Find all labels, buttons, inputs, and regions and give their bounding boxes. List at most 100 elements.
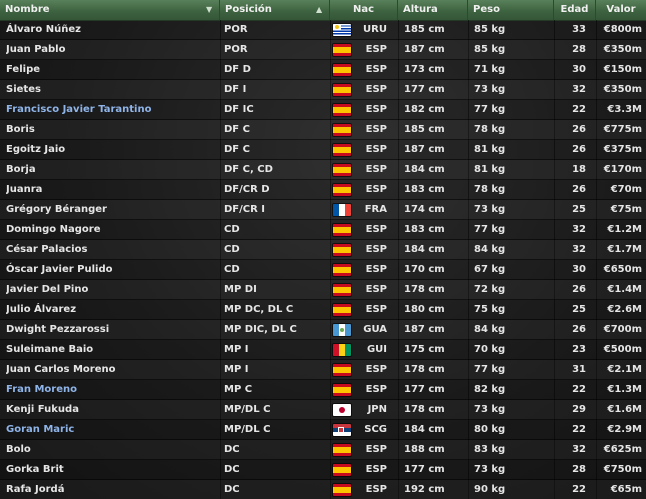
player-height: 180 cm: [404, 304, 445, 315]
player-height: 177 cm: [404, 464, 445, 475]
player-name[interactable]: Juan Pablo: [6, 40, 216, 59]
table-row[interactable]: Bolo DC ESP 188 cm 83 kg 32 €625m: [0, 440, 646, 460]
table-row[interactable]: Gorka Brit DC ESP 177 cm 73 kg 28 €750m: [0, 460, 646, 480]
filter-dropdown-icon[interactable]: ▼: [206, 0, 212, 20]
player-position: DC: [224, 484, 240, 495]
player-name[interactable]: Gorka Brit: [6, 460, 216, 479]
player-name[interactable]: Borja: [6, 160, 216, 179]
player-position: DF C, CD: [224, 164, 273, 175]
player-name[interactable]: Javier Del Pino: [6, 280, 216, 299]
player-name[interactable]: Óscar Javier Pulido: [6, 260, 216, 279]
table-row[interactable]: Juan Pablo POR ESP 187 cm 85 kg 28 €350m: [0, 40, 646, 60]
player-name[interactable]: Juanra: [6, 180, 216, 199]
table-row[interactable]: César Palacios CD ESP 184 cm 84 kg 32 €1.7M: [0, 240, 646, 260]
column-header-valor[interactable]: Valor: [596, 0, 646, 20]
sort-ascending-icon: ▲: [316, 5, 323, 14]
table-row[interactable]: Goran Maric MP/DL C SCG 184 cm 80 kg 22 €2.9M: [0, 420, 646, 440]
player-name[interactable]: Juan Carlos Moreno: [6, 360, 216, 379]
player-weight: 77 kg: [474, 104, 506, 115]
player-weight: 84 kg: [474, 244, 506, 255]
player-age: 30: [572, 264, 586, 275]
column-header-edad[interactable]: Edad: [554, 0, 596, 20]
table-row[interactable]: Javier Del Pino MP DI ESP 178 cm 72 kg 26 €1.4…: [0, 280, 646, 300]
player-name[interactable]: Dwight Pezzarossi: [6, 320, 216, 339]
player-value: €500m: [603, 344, 642, 355]
player-name[interactable]: César Palacios: [6, 240, 216, 259]
player-name[interactable]: Felipe: [6, 60, 216, 79]
table-row[interactable]: Suleimane Baio MP I GUI 175 cm 70 kg 23 €500m: [0, 340, 646, 360]
player-name[interactable]: Sietes: [6, 80, 216, 99]
table-row[interactable]: Francisco Javier Tarantino DF IC ESP 182 cm…: [0, 100, 646, 120]
column-header-nombre[interactable]: Nombre ▼: [0, 0, 220, 20]
spain-flag-icon: [333, 44, 351, 56]
table-row[interactable]: Juan Carlos Moreno MP I ESP 178 cm 77 kg 31 €2…: [0, 360, 646, 380]
player-weight: 75 kg: [474, 304, 506, 315]
player-nationality: ESP: [365, 264, 387, 275]
player-name[interactable]: Rafa Jordá: [6, 480, 216, 499]
player-height: 185 cm: [404, 24, 445, 35]
player-weight: 80 kg: [474, 424, 506, 435]
player-value: €65m: [610, 484, 642, 495]
player-name[interactable]: Suleimane Baio: [6, 340, 216, 359]
column-header-valor-label: Valor: [606, 4, 636, 15]
player-age: 29: [572, 404, 586, 415]
player-name[interactable]: Francisco Javier Tarantino: [6, 100, 216, 119]
player-age: 22: [572, 484, 586, 495]
player-nationality: FRA: [364, 204, 387, 215]
table-row[interactable]: Grégory Béranger DF/CR I FRA 174 cm 73 kg 25 €…: [0, 200, 646, 220]
table-row[interactable]: Felipe DF D ESP 173 cm 71 kg 30 €150m: [0, 60, 646, 80]
table-row[interactable]: Domingo Nagore CD ESP 183 cm 77 kg 32 €1.2M: [0, 220, 646, 240]
player-value: €170m: [603, 164, 642, 175]
player-age: 33: [572, 24, 586, 35]
player-name[interactable]: Egoitz Jaio: [6, 140, 216, 159]
player-age: 25: [572, 204, 586, 215]
player-name[interactable]: Kenji Fukuda: [6, 400, 216, 419]
spain-flag-icon: [333, 224, 351, 236]
table-row[interactable]: Sietes DF I ESP 177 cm 73 kg 32 €350m: [0, 80, 646, 100]
table-row[interactable]: Julio Álvarez MP DC, DL C ESP 180 cm 75 kg 25…: [0, 300, 646, 320]
player-name[interactable]: Goran Maric: [6, 420, 216, 439]
player-height: 184 cm: [404, 244, 445, 255]
column-header-peso[interactable]: Peso: [468, 0, 554, 20]
player-name[interactable]: Bolo: [6, 440, 216, 459]
player-age: 26: [572, 124, 586, 135]
player-nationality: ESP: [365, 364, 387, 375]
spain-flag-icon: [333, 464, 351, 476]
column-header-nac[interactable]: Nac: [330, 0, 398, 20]
table-row[interactable]: Kenji Fukuda MP/DL C JPN 178 cm 73 kg 29 €1.6M: [0, 400, 646, 420]
player-name[interactable]: Julio Álvarez: [6, 300, 216, 319]
player-value: €150m: [603, 64, 642, 75]
player-weight: 90 kg: [474, 484, 506, 495]
uruguay-flag-icon: [333, 24, 351, 36]
player-name[interactable]: Álvaro Núñez: [6, 20, 216, 39]
table-row[interactable]: Rafa Jordá DC ESP 192 cm 90 kg 22 €65m: [0, 480, 646, 499]
table-row[interactable]: Borja DF C, CD ESP 184 cm 81 kg 18 €170m: [0, 160, 646, 180]
column-header-posicion[interactable]: Posición ▲: [220, 0, 330, 20]
player-height: 178 cm: [404, 284, 445, 295]
player-name[interactable]: Grégory Béranger: [6, 200, 216, 219]
player-name[interactable]: Boris: [6, 120, 216, 139]
column-header-altura[interactable]: Altura: [398, 0, 468, 20]
player-name[interactable]: Fran Moreno: [6, 380, 216, 399]
player-nationality: ESP: [365, 244, 387, 255]
player-value: €1.2M: [607, 224, 642, 235]
spain-flag-icon: [333, 124, 351, 136]
player-name[interactable]: Domingo Nagore: [6, 220, 216, 239]
player-value: €800m: [603, 24, 642, 35]
table-header: Nombre ▼ Posición ▲ Nac Altura Peso Edad…: [0, 0, 646, 21]
player-height: 178 cm: [404, 404, 445, 415]
player-nationality: ESP: [365, 444, 387, 455]
player-value: €2.9M: [607, 424, 642, 435]
player-height: 188 cm: [404, 444, 445, 455]
table-row[interactable]: Boris DF C ESP 185 cm 78 kg 26 €775m: [0, 120, 646, 140]
player-weight: 73 kg: [474, 464, 506, 475]
player-weight: 85 kg: [474, 24, 506, 35]
guatemala-flag-icon: [333, 324, 351, 336]
table-row[interactable]: Dwight Pezzarossi MP DIC, DL C GUA 187 cm 84…: [0, 320, 646, 340]
table-row[interactable]: Egoitz Jaio DF C ESP 187 cm 81 kg 26 €375m: [0, 140, 646, 160]
serbia-montenegro-flag-icon: [333, 424, 351, 436]
table-row[interactable]: Fran Moreno MP C ESP 177 cm 82 kg 22 €1.3M: [0, 380, 646, 400]
table-row[interactable]: Juanra DF/CR D ESP 183 cm 78 kg 26 €70m: [0, 180, 646, 200]
table-row[interactable]: Álvaro Núñez POR URU 185 cm 85 kg 33 €800m: [0, 20, 646, 40]
table-row[interactable]: Óscar Javier Pulido CD ESP 170 cm 67 kg 30 €65…: [0, 260, 646, 280]
